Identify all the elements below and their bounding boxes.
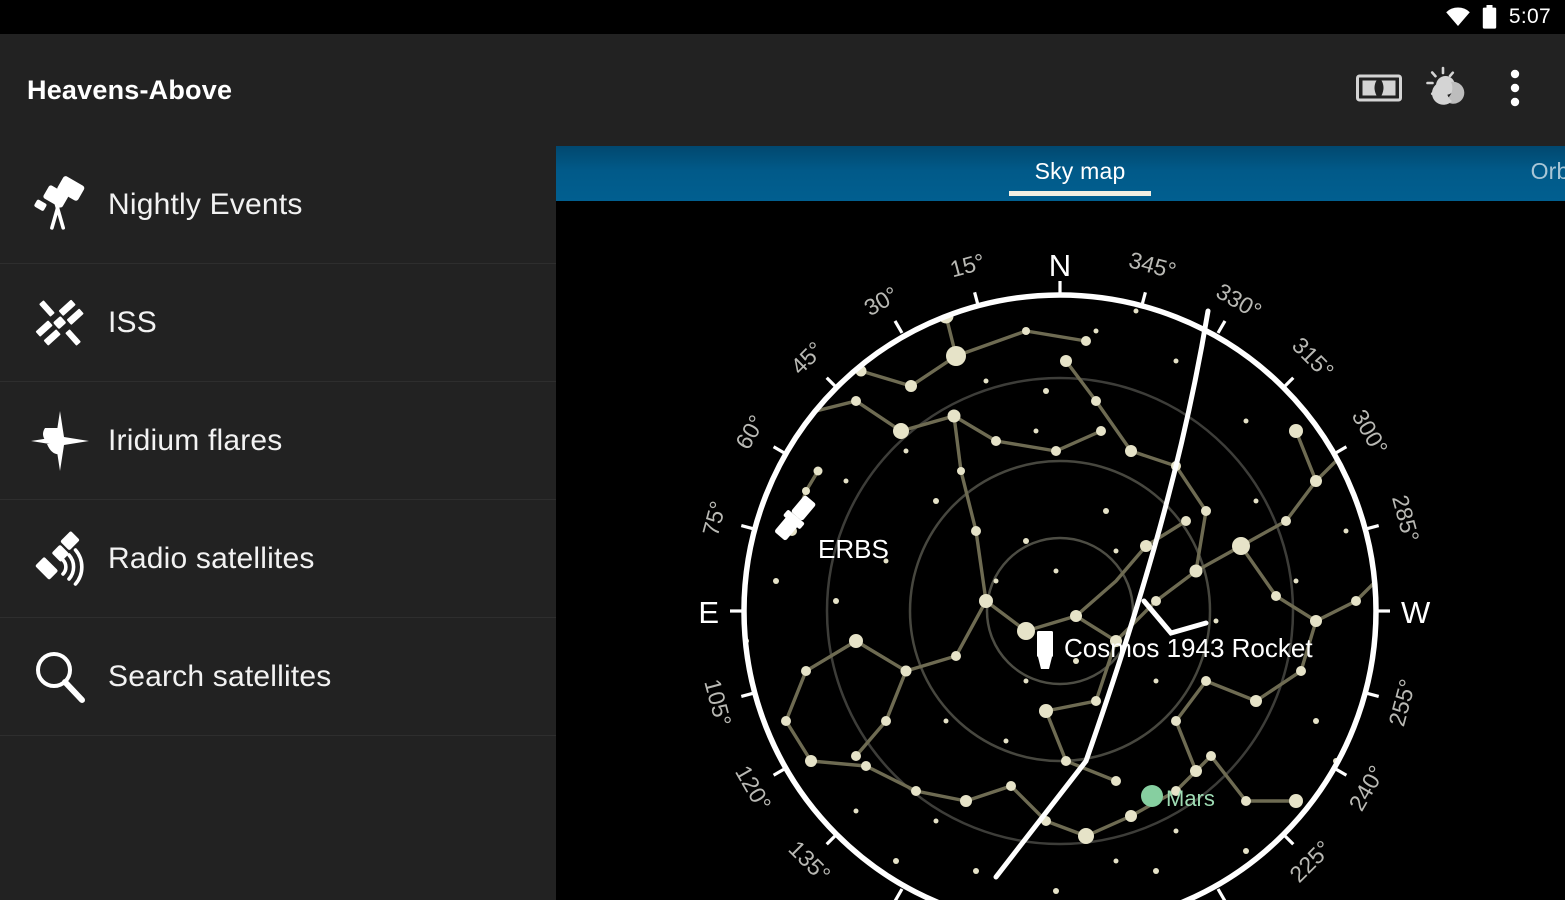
page-title: Heavens-Above (27, 74, 233, 105)
mars-label: Mars (1166, 786, 1215, 811)
cardinal-e: E (698, 595, 719, 630)
sidebar-item-radio-satellites[interactable]: Radio satellites (0, 500, 556, 618)
tab-bar: Sky map Orbit (556, 146, 1565, 201)
cardboard-vr-button[interactable] (1345, 56, 1413, 124)
status-bar: 5:07 (0, 0, 1565, 34)
sidebar-item-label: Radio satellites (108, 541, 315, 575)
search-icon (12, 646, 108, 708)
sky-map-canvas[interactable]: N W S E 15°30°45°60°75°105°120°135°150°1… (556, 201, 1565, 900)
tab-orbit[interactable]: Orbit (1456, 146, 1565, 201)
day-night-toggle-button[interactable] (1413, 56, 1481, 124)
overflow-menu-icon (1510, 69, 1520, 112)
space-station-icon (12, 292, 108, 354)
sidebar-empty-space (0, 736, 556, 896)
tab-active-indicator (1009, 191, 1151, 196)
sidebar-item-iss[interactable]: ISS (0, 264, 556, 382)
telescope-icon (12, 174, 108, 236)
overflow-menu-button[interactable] (1481, 56, 1549, 124)
sky-map-svg: N W S E 15°30°45°60°75°105°120°135°150°1… (556, 201, 1565, 900)
mars-marker (1141, 785, 1163, 807)
content-pane: Sky map Orbit (556, 146, 1565, 900)
sidebar-item-search-satellites[interactable]: Search satellites (0, 618, 556, 736)
flare-icon (12, 410, 108, 472)
tab-sky-map[interactable]: Sky map (925, 146, 1235, 201)
tab-label: Orbit (1530, 158, 1565, 184)
status-bar-clock: 5:07 (1508, 5, 1551, 28)
sidebar-item-label: Nightly Events (108, 187, 303, 221)
wifi-icon (1445, 7, 1471, 27)
tab-label: Sky map (1034, 158, 1126, 184)
sidebar-item-label: Search satellites (108, 659, 332, 693)
radio-satellite-icon (12, 528, 108, 590)
action-bar: Heavens-Above (0, 34, 1565, 146)
cardinal-n: N (1049, 248, 1071, 283)
navigation-drawer: Nightly Events ISS Iridium flares Radio … (0, 146, 556, 900)
sidebar-item-label: Iridium flares (108, 423, 283, 457)
action-bar-actions (1345, 56, 1565, 124)
day-night-toggle-icon (1424, 65, 1470, 116)
sidebar-item-nightly-events[interactable]: Nightly Events (0, 146, 556, 264)
battery-icon (1482, 5, 1497, 29)
cardinal-w: W (1401, 595, 1431, 630)
cardboard-vr-icon (1356, 73, 1402, 108)
sidebar-item-label: ISS (108, 305, 157, 339)
sidebar-item-iridium-flares[interactable]: Iridium flares (0, 382, 556, 500)
